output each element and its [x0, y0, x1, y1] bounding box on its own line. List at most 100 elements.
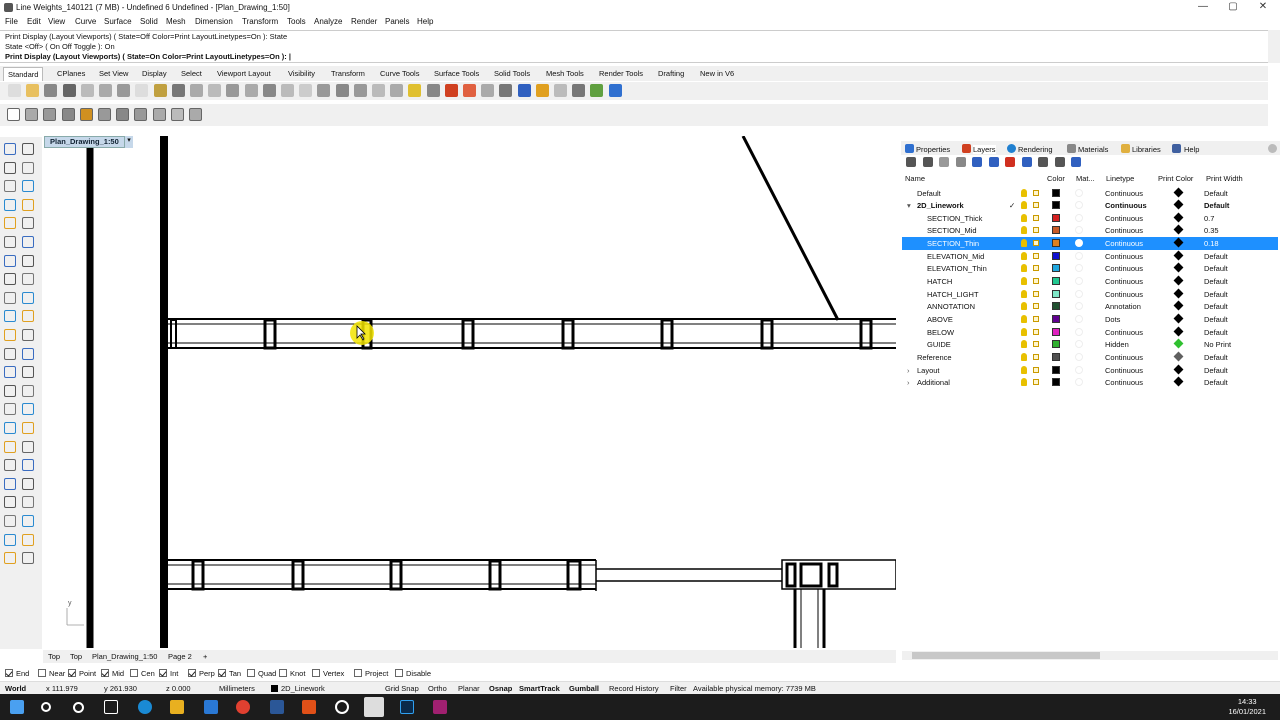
left-tool-icon[interactable] [4, 384, 16, 397]
menu-tools[interactable]: Tools [287, 17, 306, 26]
toolbar-tool-icon[interactable] [8, 84, 21, 97]
visible-bulb-icon[interactable] [1021, 365, 1027, 374]
left-tool-icon[interactable] [22, 310, 34, 323]
material-icon[interactable] [1075, 188, 1083, 197]
left-tool-icon[interactable] [22, 254, 34, 267]
left-tool-icon[interactable] [4, 273, 16, 286]
smarttrack-toggle[interactable]: SmartTrack [519, 684, 560, 693]
menu-analyze[interactable]: Analyze [314, 17, 342, 26]
unlock-icon[interactable] [1033, 316, 1039, 322]
visible-bulb-icon[interactable] [1021, 289, 1027, 298]
layer-color-swatch[interactable] [1052, 302, 1060, 311]
layer-name[interactable]: Additional [917, 378, 950, 387]
left-tool-icon[interactable] [4, 143, 16, 155]
layer-row[interactable]: ▾ 2D_Linework ✓ Continuous Default [902, 199, 1278, 212]
tab-help[interactable]: Help [1184, 145, 1199, 154]
left-tool-icon[interactable] [4, 329, 16, 341]
planar-toggle[interactable]: Planar [458, 684, 480, 693]
layer-row[interactable]: SECTION_Mid Continuous 0.35 [902, 224, 1278, 237]
toolbar-tool-icon[interactable] [171, 84, 185, 97]
left-tool-icon[interactable] [4, 422, 16, 434]
material-icon[interactable] [1075, 365, 1083, 374]
layer-name[interactable]: Reference [917, 353, 952, 362]
layer-color-swatch[interactable] [1052, 277, 1060, 286]
toolbar-tool-icon[interactable] [7, 108, 20, 121]
menu-view[interactable]: View [48, 17, 65, 26]
layer-row[interactable]: ANNOTATION Annotation Default [902, 300, 1278, 313]
tab-cplanes[interactable]: CPlanes [57, 69, 85, 78]
powerpoint-icon[interactable] [302, 700, 316, 714]
ortho-toggle[interactable]: Ortho [428, 684, 447, 693]
visible-bulb-icon[interactable] [1021, 239, 1027, 248]
osnap-toggle[interactable]: Osnap [489, 684, 512, 693]
menu-render[interactable]: Render [351, 17, 377, 26]
layer-print-width[interactable]: Default [1204, 264, 1228, 273]
layer-linetype[interactable]: Continuous [1105, 252, 1143, 261]
layer-name[interactable]: SECTION_Mid [927, 226, 977, 235]
column-material[interactable]: Mat... [1076, 174, 1095, 183]
material-icon[interactable] [1075, 201, 1083, 210]
toolbar-tool-icon[interactable] [98, 108, 111, 121]
tab-mesh-tools[interactable]: Mesh Tools [546, 69, 584, 78]
left-tool-icon[interactable] [4, 477, 16, 490]
material-icon[interactable] [1075, 264, 1083, 273]
print-color-swatch[interactable] [1173, 300, 1184, 311]
visible-bulb-icon[interactable] [1021, 315, 1027, 323]
layer-print-width[interactable]: Default [1204, 328, 1228, 337]
menu-transform[interactable]: Transform [242, 17, 278, 26]
minimize-button[interactable]: — [1188, 1, 1218, 14]
command-scrollbar[interactable] [1268, 30, 1280, 63]
toolbar-tool-icon[interactable] [26, 84, 40, 97]
edge-icon[interactable] [138, 700, 152, 714]
layer-color-swatch[interactable] [1052, 327, 1060, 336]
print-color-swatch[interactable] [1173, 262, 1184, 273]
menu-curve[interactable]: Curve [75, 17, 96, 26]
units-label[interactable]: Millimeters [219, 684, 255, 693]
layer-print-width[interactable]: Default [1204, 378, 1228, 387]
app-icon[interactable] [433, 700, 447, 714]
left-tool-icon[interactable] [4, 459, 16, 472]
left-tool-icon[interactable] [22, 366, 34, 379]
layer-row[interactable]: HATCH Continuous Default [902, 275, 1278, 288]
menu-solid[interactable]: Solid [140, 17, 158, 26]
layer-linetype[interactable]: Hidden [1105, 340, 1129, 349]
toolbar-tool-icon[interactable] [43, 108, 57, 121]
print-color-swatch[interactable] [1173, 237, 1184, 248]
toolbar-tool-icon[interactable] [62, 84, 76, 97]
osnap-near-checkbox[interactable] [38, 669, 46, 677]
toolbar-tool-icon[interactable] [572, 84, 586, 97]
visible-bulb-icon[interactable] [1021, 251, 1027, 260]
left-tool-icon[interactable] [22, 180, 34, 193]
layer-name[interactable]: ANNOTATION [927, 302, 975, 311]
visible-bulb-icon[interactable] [1021, 201, 1027, 210]
layer-color-swatch[interactable] [1052, 378, 1060, 387]
layer-row[interactable]: ELEVATION_Mid Continuous Default [902, 250, 1278, 263]
layer-linetype[interactable]: Continuous [1105, 277, 1143, 286]
osnap-tan-checkbox[interactable] [218, 669, 226, 677]
left-tool-icon[interactable] [22, 459, 34, 472]
left-tool-icon[interactable] [22, 515, 34, 527]
unlock-icon[interactable] [1033, 303, 1039, 310]
print-color-swatch[interactable] [1173, 224, 1184, 235]
osnap-knot-checkbox[interactable] [279, 669, 287, 677]
layer-tool-icon[interactable] [1005, 157, 1015, 167]
material-icon[interactable] [1075, 315, 1083, 323]
layer-print-width[interactable]: Default [1204, 252, 1228, 261]
layer-row[interactable]: Reference Continuous Default [902, 351, 1278, 364]
tab-rendering[interactable]: Rendering [1018, 145, 1053, 154]
left-tool-icon[interactable] [22, 477, 34, 490]
tab-select[interactable]: Select [181, 69, 202, 78]
layer-tool-icon[interactable] [988, 157, 999, 167]
toolbar-tool-icon[interactable] [281, 84, 294, 97]
osnap-cen-checkbox[interactable] [130, 669, 138, 677]
mail-icon[interactable] [204, 700, 218, 714]
menu-mesh[interactable]: Mesh [166, 17, 186, 26]
print-color-swatch[interactable] [1173, 326, 1184, 337]
layer-name[interactable]: BELOW [927, 328, 954, 337]
layer-name[interactable]: ELEVATION_Thin [927, 264, 987, 273]
layer-name[interactable]: HATCH [927, 277, 952, 286]
material-icon[interactable] [1075, 378, 1083, 387]
app-icon[interactable] [335, 700, 349, 714]
left-tool-icon[interactable] [22, 143, 34, 155]
tab-libraries[interactable]: Libraries [1132, 145, 1161, 154]
